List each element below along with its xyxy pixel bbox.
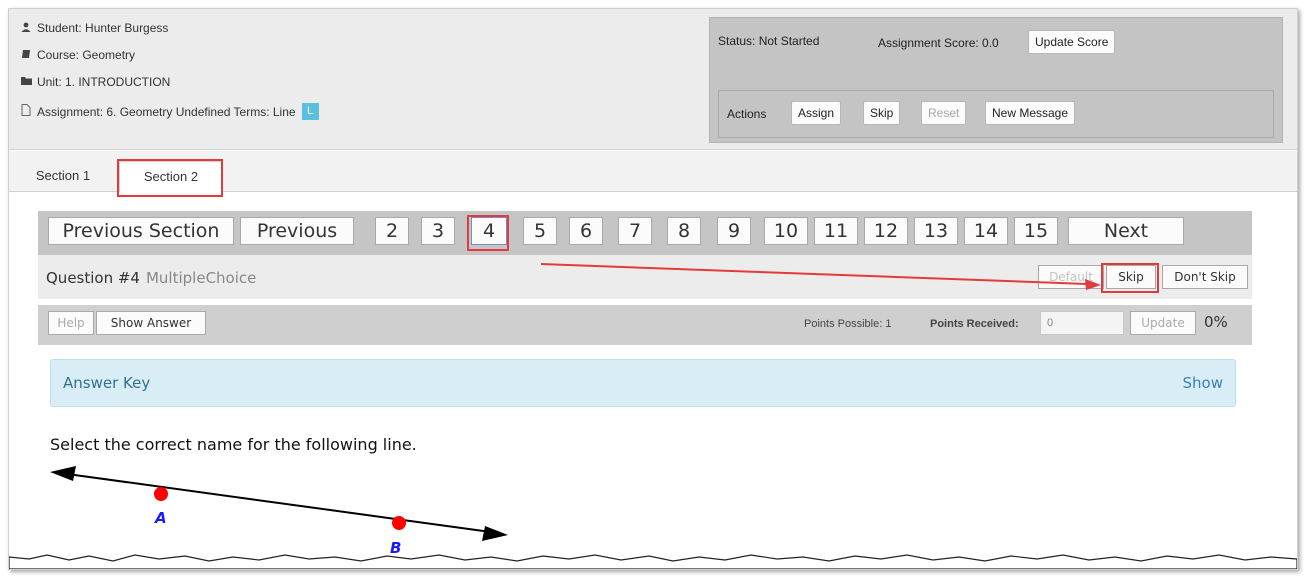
- help-bar: Help Show Answer Points Possible: 1 Poin…: [38, 305, 1252, 345]
- app-window: Student: Hunter Burgess Course: Geometry…: [8, 8, 1298, 570]
- percent-score: 0%: [1204, 313, 1228, 331]
- show-answer-button[interactable]: Show Answer: [96, 311, 206, 335]
- help-button[interactable]: Help: [48, 311, 94, 335]
- points-received-input[interactable]: 0: [1040, 311, 1124, 335]
- left-arrowhead: [50, 466, 76, 481]
- question-prompt: Select the correct name for the followin…: [50, 435, 417, 454]
- question-content: Answer Key Show Select the correct name …: [38, 345, 1252, 569]
- torn-edge: [9, 554, 1297, 569]
- answer-key-show-link[interactable]: Show: [1183, 374, 1223, 392]
- points-received-label: Points Received:: [930, 318, 1019, 330]
- update-points-button[interactable]: Update: [1130, 311, 1196, 335]
- point-a: [154, 487, 168, 501]
- line-ab: [59, 472, 499, 534]
- point-b: [392, 516, 406, 530]
- answer-key-title: Answer Key: [63, 374, 151, 392]
- line-figure: A B: [50, 466, 508, 557]
- point-a-label: A: [154, 509, 167, 527]
- answer-key-panel: Answer Key Show: [50, 359, 1236, 407]
- points-possible: Points Possible: 1: [804, 318, 892, 330]
- right-arrowhead: [482, 526, 508, 541]
